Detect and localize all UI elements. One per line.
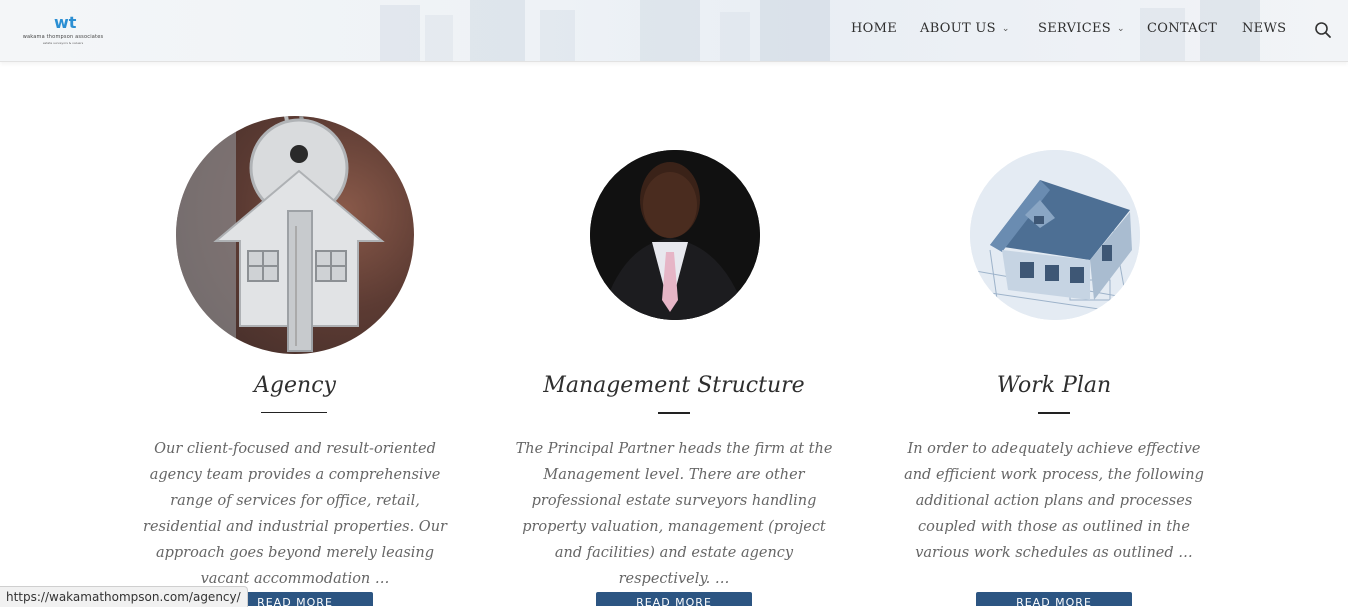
agency-image[interactable] (176, 116, 414, 354)
read-more-button[interactable]: READ MORE (596, 592, 752, 606)
logo-tagline: estate surveyors & valuers (42, 41, 84, 45)
title-underline (658, 412, 690, 414)
service-card-management-structure: Management Structure The Principal Partn… (494, 0, 854, 606)
title-underline (261, 412, 327, 413)
title-underline (1038, 412, 1070, 414)
card-title: Work Plan (996, 373, 1112, 398)
house-key-icon (176, 116, 385, 354)
card-description: In order to adequately achieve effective… (904, 441, 1204, 561)
service-card-work-plan: Work Plan In order to adequately achieve… (874, 0, 1234, 606)
status-bar-url: https://wakamathompson.com/agency/ (0, 586, 248, 607)
card-title: Management Structure (543, 373, 805, 398)
card-title: Agency (254, 373, 336, 398)
card-description: Our client-focused and result-oriented a… (143, 441, 447, 587)
service-card-agency: Agency Our client-focused and result-ori… (115, 0, 475, 606)
card-description: The Principal Partner heads the firm at … (515, 441, 833, 587)
work-plan-image[interactable] (970, 150, 1140, 320)
blueprint-house-icon (970, 150, 1140, 320)
read-more-button[interactable]: READ MORE (976, 592, 1132, 606)
search-icon[interactable] (1314, 21, 1332, 39)
nav-news-label: NEWS (1242, 21, 1287, 36)
management-structure-image[interactable] (590, 150, 760, 320)
portrait-icon (590, 150, 760, 320)
nav-news[interactable]: NEWS (1242, 21, 1286, 36)
